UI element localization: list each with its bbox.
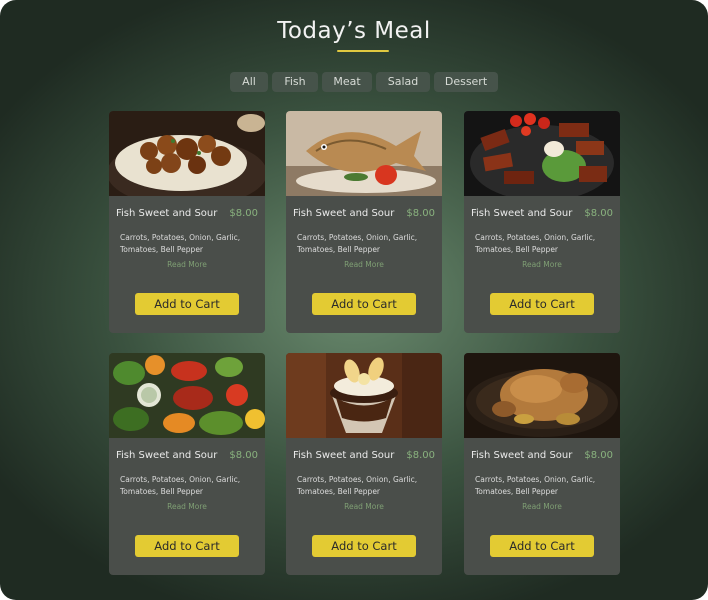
read-more-link[interactable]: Read More — [464, 502, 620, 511]
meal-description: Carrots, Potatoes, Onion, Garlic, Tomato… — [475, 475, 596, 496]
meal-price: $8.00 — [406, 208, 435, 219]
meal-name: Fish Sweet and Sour — [471, 208, 573, 219]
filter-salad[interactable]: Salad — [376, 72, 430, 92]
filter-all[interactable]: All — [230, 72, 268, 92]
meal-name: Fish Sweet and Sour — [471, 450, 573, 461]
meal-image — [464, 111, 620, 196]
add-to-cart-button[interactable]: Add to Cart — [312, 535, 416, 557]
meal-name: Fish Sweet and Sour — [116, 208, 218, 219]
meal-image — [286, 111, 442, 196]
meal-price: $8.00 — [406, 450, 435, 461]
meal-card: Fish Sweet and Sour $8.00 Carrots, Potat… — [109, 353, 265, 575]
meal-image — [286, 353, 442, 438]
meal-card: Fish Sweet and Sour $8.00 Carrots, Potat… — [286, 353, 442, 575]
add-to-cart-button[interactable]: Add to Cart — [312, 293, 416, 315]
meal-description: Carrots, Potatoes, Onion, Garlic, Tomato… — [475, 233, 596, 254]
filter-fish[interactable]: Fish — [272, 72, 318, 92]
meal-image — [109, 111, 265, 196]
meal-card: Fish Sweet and Sour $8.00 Carrots, Potat… — [464, 353, 620, 575]
meal-description: Carrots, Potatoes, Onion, Garlic, Tomato… — [297, 475, 418, 496]
read-more-link[interactable]: Read More — [286, 260, 442, 269]
meal-description: Carrots, Potatoes, Onion, Garlic, Tomato… — [120, 475, 241, 496]
add-to-cart-button[interactable]: Add to Cart — [135, 535, 239, 557]
add-to-cart-button[interactable]: Add to Cart — [490, 535, 594, 557]
add-to-cart-button[interactable]: Add to Cart — [135, 293, 239, 315]
meal-price: $8.00 — [584, 450, 613, 461]
filter-meat[interactable]: Meat — [322, 72, 372, 92]
meal-price: $8.00 — [229, 450, 258, 461]
meal-image — [109, 353, 265, 438]
filter-dessert[interactable]: Dessert — [434, 72, 498, 92]
meal-name: Fish Sweet and Sour — [293, 208, 395, 219]
read-more-link[interactable]: Read More — [464, 260, 620, 269]
meal-description: Carrots, Potatoes, Onion, Garlic, Tomato… — [297, 233, 418, 254]
page-title: Today’s Meal — [277, 18, 431, 44]
meal-card: Fish Sweet and Sour $8.00 Carrots, Potat… — [109, 111, 265, 333]
meal-card: Fish Sweet and Sour $8.00 Carrots, Potat… — [464, 111, 620, 333]
meal-description: Carrots, Potatoes, Onion, Garlic, Tomato… — [120, 233, 241, 254]
meal-card: Fish Sweet and Sour $8.00 Carrots, Potat… — [286, 111, 442, 333]
meal-price: $8.00 — [229, 208, 258, 219]
read-more-link[interactable]: Read More — [286, 502, 442, 511]
title-underline — [337, 50, 389, 52]
meal-name: Fish Sweet and Sour — [293, 450, 395, 461]
filter-bar: All Fish Meat Salad Dessert — [0, 72, 708, 92]
add-to-cart-button[interactable]: Add to Cart — [490, 293, 594, 315]
meal-image — [464, 353, 620, 438]
read-more-link[interactable]: Read More — [109, 502, 265, 511]
meal-name: Fish Sweet and Sour — [116, 450, 218, 461]
app-frame: Today’s Meal All Fish Meat Salad Dessert… — [0, 0, 708, 600]
read-more-link[interactable]: Read More — [109, 260, 265, 269]
meal-price: $8.00 — [584, 208, 613, 219]
